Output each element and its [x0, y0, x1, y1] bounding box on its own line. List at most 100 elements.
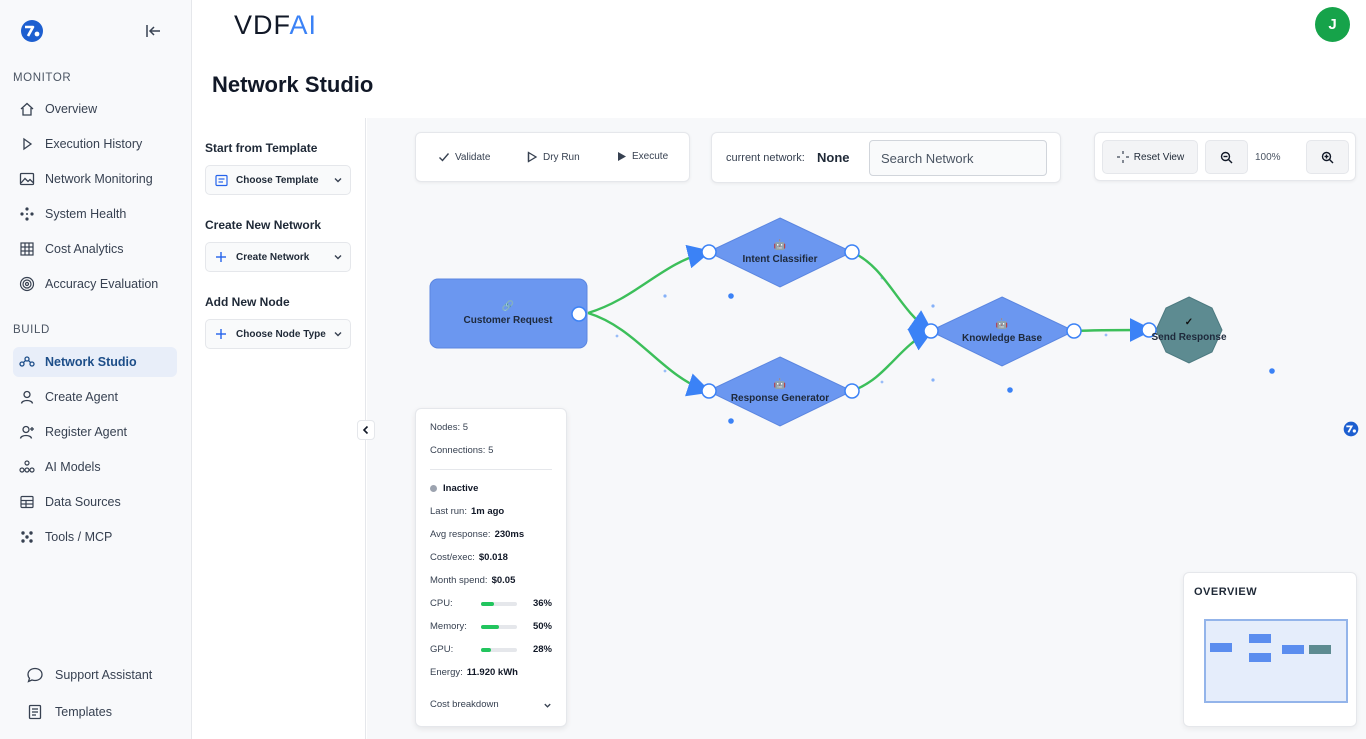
cost-exec: Cost/exec: $0.018 — [430, 552, 508, 563]
current-network-label: current network: — [726, 152, 805, 164]
reset-view-button[interactable]: Reset View — [1102, 140, 1198, 174]
sidebar-item-network-monitoring[interactable]: Network Monitoring — [13, 164, 177, 194]
avg-response: Avg response: 230ms — [430, 529, 524, 540]
robot-icon: 🤖 — [773, 379, 787, 390]
collapse-panel-button[interactable] — [357, 420, 375, 440]
node-customer-request[interactable] — [429, 278, 588, 349]
support-assistant-label: Support Assistant — [55, 668, 153, 682]
minimap-node — [1282, 645, 1304, 654]
sidebar-item-execution-history[interactable]: Execution History — [13, 129, 177, 159]
brand-logo[interactable]: VDFAI — [234, 10, 317, 41]
connections-value: 5 — [488, 445, 494, 456]
app-logo-icon[interactable] — [20, 19, 44, 43]
node-intent-classifier[interactable] — [706, 217, 854, 288]
network-stats-card: Nodes: 5 Connections: 5 Inactive Last ru… — [415, 408, 567, 727]
nodes-count: Nodes: 5 — [430, 422, 468, 433]
create-network-label: Create Network — [236, 251, 310, 263]
validate-button[interactable]: Validate — [438, 151, 490, 163]
dry-run-button[interactable]: Dry Run — [526, 151, 580, 163]
sidebar-item-register-agent[interactable]: Register Agent — [13, 417, 177, 447]
sidebar: MONITOR Overview Execution History Netwo… — [0, 0, 192, 739]
sidebar-item-system-health[interactable]: System Health — [13, 199, 177, 229]
zoom-out-button[interactable] — [1205, 140, 1248, 174]
node-send-response[interactable] — [1155, 296, 1223, 364]
plus-icon — [214, 250, 228, 264]
edge-intent-knowledge — [851, 250, 934, 334]
sidebar-item-data-sources[interactable]: Data Sources — [13, 487, 177, 517]
check-icon: ✓ — [1184, 317, 1194, 328]
zoom-out-icon — [1220, 151, 1233, 163]
nodes-value: 5 — [462, 422, 469, 433]
memory-value: 50% — [532, 621, 552, 632]
chevron-down-icon — [334, 255, 342, 260]
sidebar-item-label: Network Monitoring — [45, 172, 153, 186]
memory-label: Memory: — [430, 621, 467, 632]
user-plus-icon — [17, 422, 37, 442]
choose-node-type-select[interactable]: Choose Node Type — [205, 319, 351, 349]
play-outline-icon — [527, 151, 538, 163]
collapse-sidebar-icon[interactable] — [144, 22, 162, 40]
user-icon — [17, 387, 37, 407]
document-icon — [25, 702, 45, 722]
energy: Energy: 11.920 kWh — [430, 667, 518, 678]
cost-breakdown-label: Cost breakdown — [430, 699, 499, 710]
support-assistant-link[interactable]: Support Assistant — [25, 662, 152, 688]
play-icon — [17, 134, 37, 154]
image-icon — [17, 169, 37, 189]
execute-button[interactable]: Execute — [616, 151, 668, 162]
search-network-input[interactable] — [869, 140, 1047, 176]
node-label-knowledge-base: Knowledge Base — [961, 333, 1043, 344]
sidebar-item-label: Data Sources — [45, 495, 121, 509]
gpu-label: GPU: — [430, 644, 454, 655]
sidebar-item-accuracy-evaluation[interactable]: Accuracy Evaluation — [13, 269, 177, 299]
gpu-bar — [481, 648, 517, 652]
graph-edges — [587, 244, 1154, 397]
cost-exec-value: $0.018 — [478, 552, 508, 563]
create-network-select[interactable]: Create Network — [205, 242, 351, 272]
brand-logo-right: AI — [289, 10, 318, 40]
sidebar-item-ai-models[interactable]: AI Models — [13, 452, 177, 482]
cost-breakdown-toggle[interactable]: Cost breakdown — [430, 699, 552, 710]
monitor-section-label: MONITOR — [13, 72, 72, 84]
chevron-down-icon — [544, 703, 551, 708]
month-spend-label: Month spend: — [430, 575, 488, 586]
minimap-node — [1249, 634, 1271, 643]
avatar[interactable]: J — [1315, 7, 1350, 42]
node-response-generator[interactable] — [706, 356, 854, 427]
sidebar-item-label: Overview — [45, 102, 98, 116]
node-heading: Add New Node — [205, 295, 290, 309]
templates-label: Templates — [55, 705, 112, 719]
cpu-bar — [481, 602, 517, 606]
sidebar-item-network-studio[interactable]: Network Studio — [13, 347, 177, 377]
minimap-node — [1249, 653, 1271, 662]
choose-node-type-label: Choose Node Type — [236, 328, 326, 340]
sidebar-item-overview[interactable]: Overview — [13, 94, 177, 124]
node-knowledge-base[interactable] — [928, 296, 1076, 367]
templates-link[interactable]: Templates — [25, 699, 112, 725]
node-ports[interactable] — [571, 244, 1157, 399]
cpu-value: 36% — [532, 598, 552, 609]
sidebar-item-label: Tools / MCP — [45, 530, 113, 544]
crosshair-icon — [1116, 151, 1129, 163]
gpu-bar-fill — [481, 648, 492, 652]
last-run-label: Last run: — [430, 506, 467, 517]
cpu-label: CPU: — [430, 598, 453, 609]
robot-icon: 🤖 — [995, 319, 1009, 330]
assistant-launcher-icon[interactable] — [1343, 421, 1359, 437]
grid-icon — [17, 239, 37, 259]
energy-label: Energy: — [430, 667, 463, 678]
models-icon — [17, 457, 37, 477]
choose-template-select[interactable]: Choose Template — [205, 165, 351, 195]
chevron-left-icon — [362, 425, 369, 435]
minimap-viewport[interactable] — [1204, 619, 1348, 703]
sidebar-item-tools-mcp[interactable]: Tools / MCP — [13, 522, 177, 552]
tools-icon — [17, 527, 37, 547]
sidebar-item-label: Accuracy Evaluation — [45, 277, 159, 291]
view-controls: Reset View 100% — [1094, 132, 1356, 181]
zoom-in-button[interactable] — [1306, 140, 1349, 174]
nodes-icon — [17, 204, 37, 224]
node-label-send-response: Send Response — [1151, 332, 1227, 343]
sidebar-item-create-agent[interactable]: Create Agent — [13, 382, 177, 412]
sidebar-item-cost-analytics[interactable]: Cost Analytics — [13, 234, 177, 264]
energy-value: 11.920 kWh — [466, 667, 518, 678]
